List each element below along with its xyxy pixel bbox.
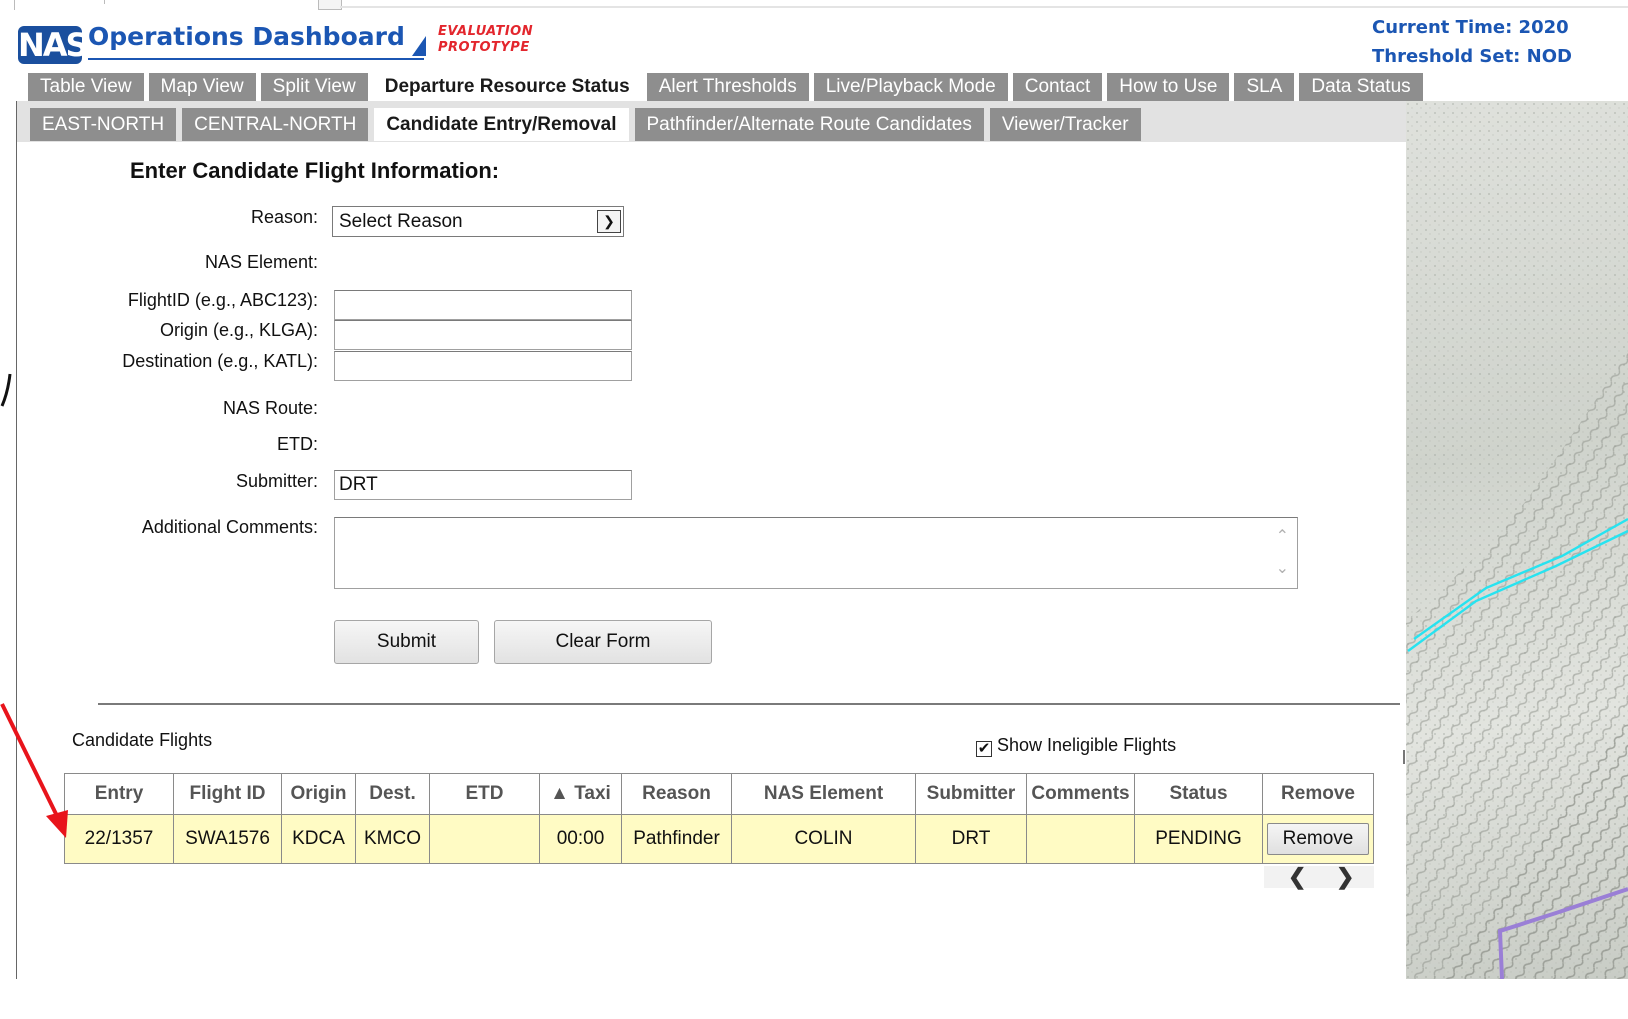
subtab-pathfinder-alternate-route-candidates[interactable]: Pathfinder/Alternate Route Candidates xyxy=(634,108,984,141)
title-underline xyxy=(88,58,424,60)
candidate-flights-title: Candidate Flights xyxy=(72,730,213,750)
column-header-flight-id[interactable]: Flight ID xyxy=(173,773,282,815)
table-row: 22/1357 SWA1576 KDCA KMCO 00:00 Pathfind… xyxy=(64,814,1374,864)
cell-dest: KMCO xyxy=(355,814,430,864)
submitter-label: Submitter: xyxy=(235,471,318,491)
cell-taxi: 00:00 xyxy=(539,814,622,864)
cell-status: PENDING xyxy=(1134,814,1263,864)
column-header-status[interactable]: Status xyxy=(1134,773,1263,815)
origin-label: Origin (e.g., KLGA): xyxy=(159,320,318,340)
current-time: Current Time: 2020 xyxy=(1372,17,1569,38)
nas-logo: NAS xyxy=(18,26,89,64)
app-title: Operations Dashboard xyxy=(88,22,405,51)
main-tab-bar: Table View Map View Split View Departure… xyxy=(28,73,1423,101)
annotation-arrow xyxy=(0,703,68,838)
reason-select-value: Select Reason xyxy=(339,211,463,232)
comments-label: Additional Comments: xyxy=(141,517,318,537)
scroll-up-icon[interactable]: ⌃ xyxy=(1276,526,1289,546)
column-header-reason[interactable]: Reason xyxy=(621,773,732,815)
cell-submitter: DRT xyxy=(915,814,1027,864)
cell-etd xyxy=(429,814,540,864)
cell-comments xyxy=(1026,814,1135,864)
chevron-left-icon[interactable]: ❮ xyxy=(1288,866,1306,888)
tab-map-view[interactable]: Map View xyxy=(148,73,256,101)
destination-label: Destination (e.g., KATL): xyxy=(122,351,318,371)
clear-form-button[interactable]: Clear Form xyxy=(494,620,712,664)
annotation-mark xyxy=(0,373,12,407)
nas-element-label: NAS Element: xyxy=(204,252,318,272)
scroll-thumb[interactable] xyxy=(318,0,342,10)
eval-line-1: EVALUATION xyxy=(438,24,534,39)
form-heading: Enter Candidate Flight Information: xyxy=(130,158,500,183)
subtab-east-north[interactable]: EAST-NORTH xyxy=(30,108,177,141)
divider xyxy=(340,6,1628,8)
reason-label: Reason: xyxy=(250,207,318,227)
sub-tab-bar: EAST-NORTH CENTRAL-NORTH Candidate Entry… xyxy=(30,108,1141,141)
column-header-etd[interactable]: ETD xyxy=(429,773,540,815)
nas-route-label: NAS Route: xyxy=(222,398,318,418)
tab-sla[interactable]: SLA xyxy=(1234,73,1295,101)
map-panel[interactable] xyxy=(1406,101,1628,979)
column-header-entry[interactable]: Entry xyxy=(64,773,174,815)
column-header-comments[interactable]: Comments xyxy=(1026,773,1135,815)
column-header-origin[interactable]: Origin xyxy=(281,773,356,815)
tab-contact[interactable]: Contact xyxy=(1012,73,1103,101)
cell-nas-element: COLIN xyxy=(731,814,916,864)
subtab-central-north[interactable]: CENTRAL-NORTH xyxy=(182,108,369,141)
remove-button[interactable]: Remove xyxy=(1267,823,1369,855)
cell-entry: 22/1357 xyxy=(64,814,174,864)
candidate-flights-table: Entry Flight ID Origin Dest. ETD ▲ Taxi … xyxy=(64,773,1374,864)
cell-flight-id: SWA1576 xyxy=(173,814,282,864)
evaluation-prototype-label: EVALUATION PROTOTYPE xyxy=(438,24,533,56)
tab-alert-thresholds[interactable]: Alert Thresholds xyxy=(646,73,809,101)
tab-split-view[interactable]: Split View xyxy=(260,73,368,101)
checkmark-icon: ✔ xyxy=(977,740,991,757)
tab-data-status[interactable]: Data Status xyxy=(1299,73,1423,101)
subtab-viewer-tracker[interactable]: Viewer/Tracker xyxy=(989,108,1141,141)
terrain-map xyxy=(1406,101,1628,979)
flight-id-input[interactable] xyxy=(334,290,632,320)
destination-input[interactable] xyxy=(334,351,632,381)
divider xyxy=(14,0,15,10)
threshold-set: Threshold Set: NOD xyxy=(1372,46,1572,67)
cell-remove: Remove xyxy=(1262,814,1374,864)
title-accent-icon xyxy=(412,36,426,56)
show-ineligible-toggle[interactable]: ✔ Show Ineligible Flights xyxy=(976,735,1176,757)
origin-input[interactable] xyxy=(334,320,632,350)
column-header-submitter[interactable]: Submitter xyxy=(915,773,1027,815)
chevron-right-icon[interactable]: ❯ xyxy=(1336,866,1354,888)
comments-textarea[interactable]: ⌃ ⌄ xyxy=(334,517,1298,589)
etd-label: ETD: xyxy=(276,434,318,454)
divider xyxy=(104,0,105,4)
reason-select[interactable]: Select Reason ❯ xyxy=(332,206,624,237)
column-header-nas-element[interactable]: NAS Element xyxy=(731,773,916,815)
tab-live-playback-mode[interactable]: Live/Playback Mode xyxy=(813,73,1008,101)
table-pager: ❮ ❯ xyxy=(1264,866,1374,888)
chevron-down-icon[interactable]: ❯ xyxy=(597,210,621,233)
splitter-handle[interactable] xyxy=(1403,750,1405,764)
cell-origin: KDCA xyxy=(281,814,356,864)
submitter-input[interactable] xyxy=(334,470,632,500)
column-header-remove: Remove xyxy=(1262,773,1374,815)
column-header-dest[interactable]: Dest. xyxy=(355,773,430,815)
table-header-row: Entry Flight ID Origin Dest. ETD ▲ Taxi … xyxy=(64,773,1374,815)
section-divider xyxy=(98,703,1400,705)
tab-departure-resource-status[interactable]: Departure Resource Status xyxy=(372,73,642,101)
show-ineligible-label: Show Ineligible Flights xyxy=(997,735,1177,755)
flight-id-label: FlightID (e.g., ABC123): xyxy=(127,290,318,310)
eval-line-2: PROTOTYPE xyxy=(438,40,530,55)
tab-how-to-use[interactable]: How to Use xyxy=(1107,73,1230,101)
column-header-taxi[interactable]: ▲ Taxi xyxy=(539,773,622,815)
submit-button[interactable]: Submit xyxy=(334,620,479,664)
cell-reason: Pathfinder xyxy=(621,814,732,864)
tab-table-view[interactable]: Table View xyxy=(28,73,144,101)
scroll-down-icon[interactable]: ⌄ xyxy=(1276,558,1289,578)
checkbox[interactable]: ✔ xyxy=(976,741,992,757)
subtab-candidate-entry-removal[interactable]: Candidate Entry/Removal xyxy=(374,108,629,141)
